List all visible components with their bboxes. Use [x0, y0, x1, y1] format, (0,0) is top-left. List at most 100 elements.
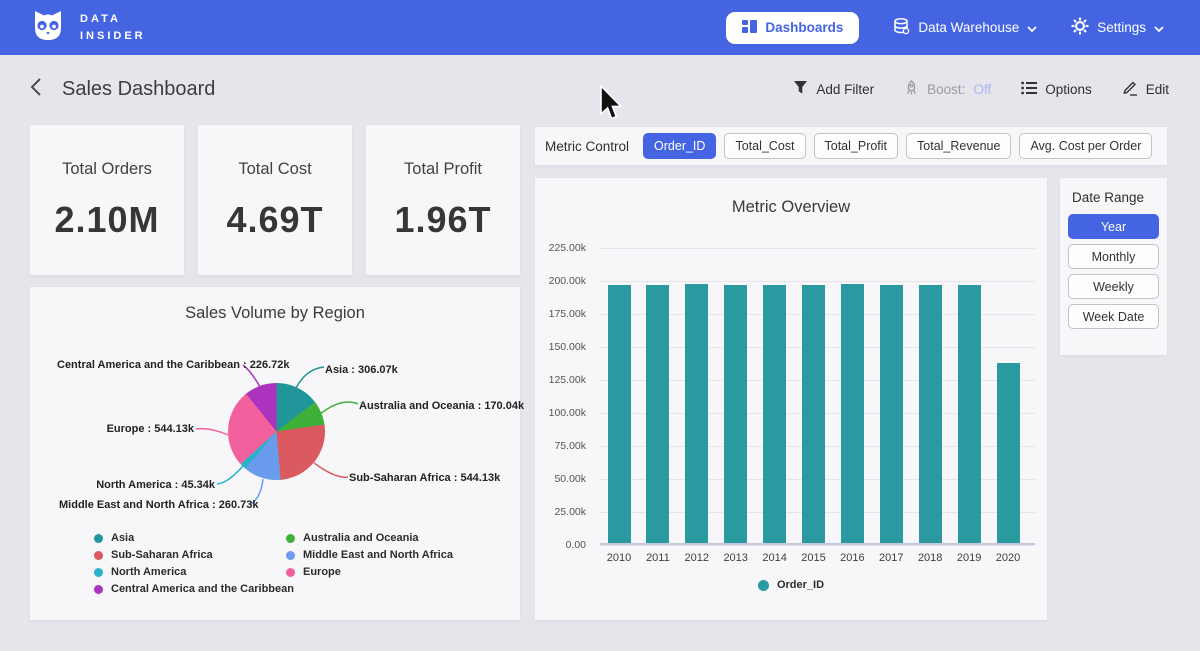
bar-2015[interactable]: [802, 285, 825, 543]
bar-2012[interactable]: [685, 284, 708, 543]
brand[interactable]: DATA INSIDER: [28, 5, 146, 50]
legend-label: Order_ID: [777, 579, 824, 591]
x-axis-tick: 2011: [638, 552, 678, 564]
legend-item[interactable]: Middle East and North Africa: [286, 549, 453, 561]
back-button[interactable]: [28, 76, 44, 103]
pie-chart-title: Sales Volume by Region: [30, 304, 520, 323]
legend-label: North America: [111, 566, 186, 578]
options-button[interactable]: Options: [1021, 81, 1092, 98]
x-axis-tick: 2018: [910, 552, 950, 564]
y-axis-tick: 225.00k: [549, 242, 586, 254]
pie-label-europe: Europe : 544.13k: [59, 423, 194, 435]
legend-item[interactable]: Central America and the Caribbean: [94, 583, 294, 595]
data-warehouse-label: Data Warehouse: [918, 20, 1019, 35]
legend-dot: [94, 585, 103, 594]
add-filter-label: Add Filter: [816, 82, 874, 97]
metric-button-total-cost[interactable]: Total_Cost: [724, 133, 805, 159]
date-range-weekly-button[interactable]: Weekly: [1068, 274, 1159, 299]
pie-label-middle-east-north-africa: Middle East and North Africa : 260.73k: [59, 499, 247, 511]
settings-menu[interactable]: Settings: [1071, 17, 1164, 38]
boost-state: Off: [973, 82, 991, 97]
edit-label: Edit: [1146, 82, 1169, 97]
date-range-week-date-button[interactable]: Week Date: [1068, 304, 1159, 329]
bar-chart-title: Metric Overview: [535, 198, 1047, 217]
y-axis-tick: 25.00k: [554, 506, 586, 518]
legend-item[interactable]: Sub-Saharan Africa: [94, 549, 294, 561]
sales-dashboard-app: DATA INSIDER Dashboards: [0, 0, 1200, 651]
kpi-label: Total Orders: [62, 160, 152, 179]
page-header: Sales Dashboard Add Filter Boost: Off: [0, 55, 1200, 123]
legend-item[interactable]: Europe: [286, 566, 453, 578]
boost-toggle[interactable]: Boost: Off: [904, 80, 991, 99]
pie-label-australia-oceania: Australia and Oceania : 170.04k: [359, 400, 524, 412]
gridline: [600, 248, 1035, 249]
bar-2013[interactable]: [724, 285, 747, 543]
metric-control-label: Metric Control: [545, 139, 629, 154]
bar-2010[interactable]: [608, 285, 631, 543]
date-range-title: Date Range: [1072, 190, 1159, 205]
kpi-card-total-orders: Total Orders 2.10M: [30, 125, 184, 275]
dashboards-label: Dashboards: [765, 20, 843, 35]
bar-2016[interactable]: [841, 284, 864, 543]
bar-2020[interactable]: [997, 363, 1020, 543]
bar-2017[interactable]: [880, 285, 903, 543]
legend-item[interactable]: Australia and Oceania: [286, 532, 453, 544]
edit-button[interactable]: Edit: [1122, 79, 1169, 99]
legend-dot: [94, 534, 103, 543]
y-axis-tick: 200.00k: [549, 275, 586, 287]
bar-2019[interactable]: [958, 285, 981, 543]
legend-label: Sub-Saharan Africa: [111, 549, 213, 561]
data-warehouse-menu[interactable]: Data Warehouse: [893, 18, 1037, 38]
database-icon: [893, 18, 910, 38]
legend-item[interactable]: Asia: [94, 532, 294, 544]
legend-dot: [94, 568, 103, 577]
metric-button-total-revenue[interactable]: Total_Revenue: [906, 133, 1011, 159]
metric-button-order-id[interactable]: Order_ID: [643, 133, 716, 159]
pie-chart-card: Sales Volume by Region Asia : 306.07k Au…: [30, 287, 520, 620]
pencil-icon: [1122, 79, 1138, 99]
kpi-card-total-cost: Total Cost 4.69T: [198, 125, 352, 275]
gear-icon: [1071, 17, 1089, 38]
bar-2014[interactable]: [763, 285, 786, 543]
pie-legend-col1: Asia Sub-Saharan Africa North America Centr…: [94, 532, 294, 595]
owl-logo-icon: [28, 5, 68, 50]
gridline: [600, 281, 1035, 282]
metric-control-bar: Metric Control Order_ID Total_Cost Total…: [535, 127, 1167, 165]
options-label: Options: [1045, 82, 1092, 97]
date-range-year-button[interactable]: Year: [1068, 214, 1159, 239]
y-axis-tick: 0.00: [566, 539, 586, 551]
kpi-value: 4.69T: [226, 199, 323, 241]
date-range-monthly-button[interactable]: Monthly: [1068, 244, 1159, 269]
legend-label: Australia and Oceania: [303, 532, 419, 544]
metric-button-total-profit[interactable]: Total_Profit: [814, 133, 899, 159]
chevron-down-icon: [1154, 20, 1164, 35]
legend-label: Central America and the Caribbean: [111, 583, 294, 595]
x-axis-tick: 2016: [832, 552, 872, 564]
chevron-down-icon: [1027, 20, 1037, 35]
bar-chart-legend[interactable]: Order_ID: [758, 579, 824, 591]
filter-funnel-icon: [793, 80, 808, 98]
add-filter-button[interactable]: Add Filter: [793, 80, 874, 98]
x-axis-tick: 2019: [949, 552, 989, 564]
legend-item[interactable]: North America: [94, 566, 294, 578]
pie-label-asia: Asia : 306.07k: [325, 364, 398, 376]
legend-label: Europe: [303, 566, 341, 578]
y-axis-tick: 50.00k: [554, 473, 586, 485]
top-nav: DATA INSIDER Dashboards: [0, 0, 1200, 55]
list-options-icon: [1021, 81, 1037, 98]
pie-label-central-america-caribbean: Central America and the Caribbean : 226.…: [57, 359, 241, 371]
settings-label: Settings: [1097, 20, 1146, 35]
bar-2011[interactable]: [646, 285, 669, 543]
metric-button-avg-cost[interactable]: Avg. Cost per Order: [1019, 133, 1152, 159]
x-axis-tick: 2020: [988, 552, 1028, 564]
bar-2018[interactable]: [919, 285, 942, 543]
bar-chart-card: Metric Overview 225.00k200.00k175.00k150…: [535, 178, 1047, 620]
pie-label-north-america: North America : 45.34k: [59, 479, 215, 491]
rocket-icon: [904, 80, 919, 99]
pie-chart[interactable]: [228, 383, 325, 480]
pie-label-sub-saharan-africa: Sub-Saharan Africa : 544.13k: [349, 472, 500, 484]
kpi-value: 1.96T: [394, 199, 491, 241]
dashboards-button[interactable]: Dashboards: [726, 12, 859, 44]
brand-line2: INSIDER: [80, 28, 146, 45]
kpi-label: Total Cost: [238, 160, 311, 179]
